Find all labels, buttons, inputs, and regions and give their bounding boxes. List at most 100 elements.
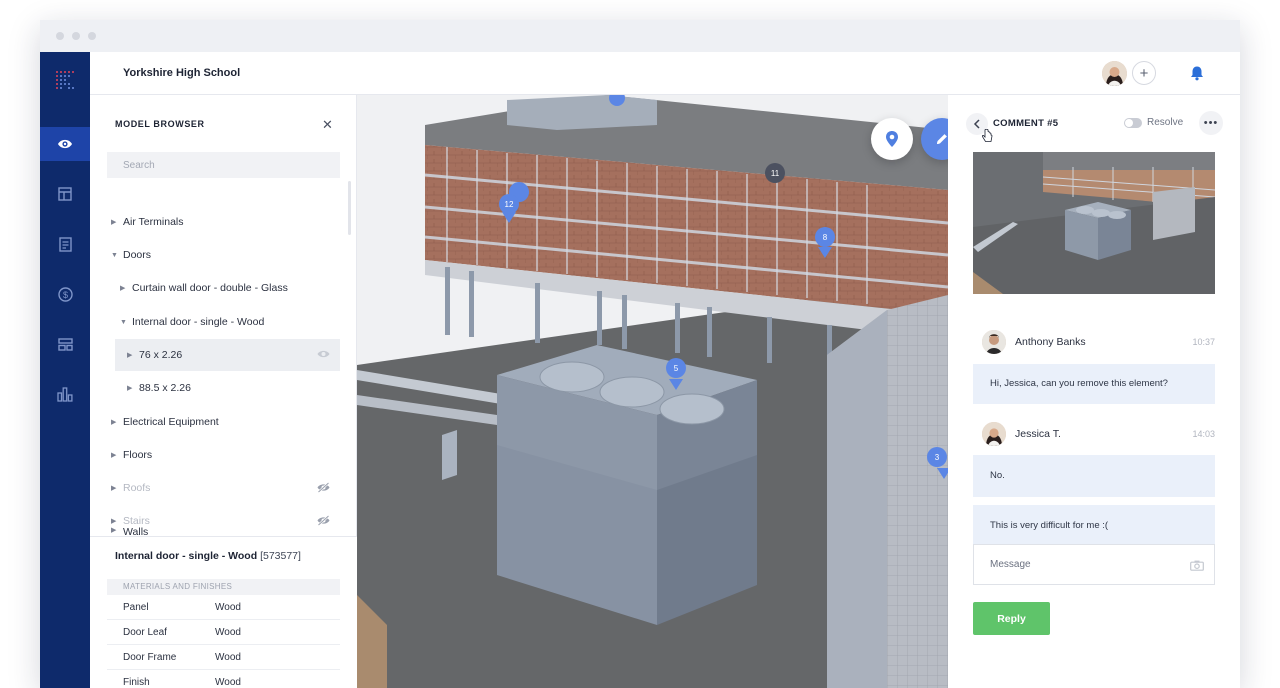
caret-right-icon: ▶: [111, 219, 117, 226]
property-key: Door Frame: [123, 652, 177, 663]
nav-layout[interactable]: [40, 177, 90, 211]
add-collaborator-button[interactable]: +: [1132, 61, 1156, 85]
tree-item-electrical-equipment[interactable]: ▶ Electrical Equipment: [111, 406, 219, 438]
tree-item-label: Curtain wall door - double - Glass: [132, 282, 288, 294]
resolve-toggle[interactable]: [1124, 118, 1142, 128]
property-key: Door Leaf: [123, 627, 167, 638]
comment-message: No.: [973, 455, 1215, 497]
tree-item-walls[interactable]: ▶ Walls: [111, 526, 148, 536]
properties-section-header: MATERIALS AND FINISHES: [107, 579, 340, 595]
tree-item-label: Floors: [123, 449, 153, 461]
author-name: Anthony Banks: [1015, 336, 1086, 348]
caret-right-icon: ▶: [111, 518, 117, 525]
top-bar: Yorkshire High School +: [90, 52, 1240, 95]
tree-item-label: Walls: [123, 526, 149, 536]
plus-icon: +: [1139, 64, 1149, 82]
marker-number: 11: [771, 169, 780, 178]
dollar-icon: $: [57, 286, 73, 302]
project-title: Yorkshire High School: [123, 67, 241, 79]
property-value: Wood: [215, 602, 241, 613]
more-options-button[interactable]: •••: [1199, 111, 1223, 135]
comment-message: Hi, Jessica, can you remove this element…: [973, 364, 1215, 404]
tree-item-internal-door[interactable]: ▼ Internal door - single - Wood: [120, 306, 264, 338]
property-row: Finish Wood: [107, 670, 340, 688]
property-row: Panel Wood: [107, 595, 340, 620]
caret-right-icon: ▶: [120, 285, 126, 292]
element-name: Internal door - single - Wood: [115, 550, 258, 562]
properties-title: Internal door - single - Wood [573577]: [115, 550, 301, 562]
tree-item-885x226[interactable]: ▶ 88.5 x 2.26: [127, 372, 191, 404]
tree-item-floors[interactable]: ▶ Floors: [111, 439, 152, 471]
tree-item-label: Air Terminals: [123, 216, 184, 228]
window-minimize-dot[interactable]: [72, 32, 80, 40]
resolve-label: Resolve: [1147, 117, 1184, 128]
comment-author-row: Jessica T. 14:03: [973, 420, 1215, 448]
tree-item-roofs[interactable]: ▶ Roofs: [111, 472, 340, 504]
tree-item-label: Doors: [123, 249, 152, 261]
nav-dashboard[interactable]: [40, 327, 90, 361]
pencil-icon: [937, 134, 947, 144]
issue-marker[interactable]: 11: [765, 163, 785, 183]
property-value: Wood: [215, 627, 241, 638]
pin-number: 3: [935, 453, 940, 462]
tree-item-76x226[interactable]: ▶ 76 x 2.26: [115, 339, 340, 371]
title-bar: [40, 20, 1240, 52]
app-window: $ Yorkshire High School + MODEL BROWSER …: [40, 20, 1240, 688]
user-avatar[interactable]: [1102, 61, 1127, 86]
tree-item-label: Roofs: [123, 482, 151, 494]
caret-right-icon: ▶: [127, 352, 133, 359]
comment-message: This is very difficult for me :(: [973, 505, 1215, 546]
add-pin-button[interactable]: [871, 118, 913, 160]
hidden-eye-icon[interactable]: [317, 515, 330, 526]
chevron-left-icon: [973, 119, 980, 129]
nav-analytics[interactable]: [40, 377, 90, 411]
search-input[interactable]: [107, 152, 340, 178]
dashboard-icon: [57, 337, 73, 351]
property-value: Wood: [215, 677, 241, 688]
caret-down-icon: ▼: [120, 318, 127, 326]
comment-timestamp: 10:37: [1192, 337, 1215, 347]
property-value: Wood: [215, 652, 241, 663]
caret-down-icon: ▼: [111, 251, 118, 259]
window-close-dot[interactable]: [56, 32, 64, 40]
message-input[interactable]: [973, 544, 1215, 585]
location-pin-icon: [886, 131, 898, 147]
tree-item-label: Internal door - single - Wood: [132, 316, 265, 328]
avatar[interactable]: [982, 422, 1006, 446]
caret-right-icon: ▶: [111, 527, 117, 534]
hidden-eye-icon[interactable]: [317, 482, 330, 493]
caret-right-icon: ▶: [127, 385, 133, 392]
avatar[interactable]: [982, 330, 1006, 354]
logo-icon: [56, 71, 74, 89]
caret-right-icon: ▶: [111, 452, 117, 459]
window-maximize-dot[interactable]: [88, 32, 96, 40]
camera-icon[interactable]: [1190, 560, 1204, 571]
comment-snapshot-image[interactable]: [973, 152, 1215, 294]
caret-right-icon: ▶: [111, 419, 117, 426]
property-key: Finish: [123, 677, 150, 688]
reply-button[interactable]: Reply: [973, 602, 1050, 635]
nav-costs[interactable]: $: [40, 277, 90, 311]
tree-item-curtain-wall-door[interactable]: ▶ Curtain wall door - double - Glass: [120, 272, 288, 304]
cursor-hand-icon: [982, 129, 993, 142]
comment-panel: COMMENT #5 Resolve ••• Anthony Banks 10:…: [948, 95, 1240, 688]
nav-documents[interactable]: [40, 227, 90, 261]
author-name: Jessica T.: [1015, 428, 1061, 440]
scrollbar[interactable]: [348, 181, 351, 235]
visibility-eye-icon[interactable]: [317, 349, 330, 359]
model-browser-panel: MODEL BROWSER ✕ ▶ Air Terminals ▼ Doors ▶ C…: [90, 95, 357, 688]
caret-right-icon: ▶: [111, 485, 117, 492]
notification-bell-icon[interactable]: [1189, 65, 1205, 81]
pin-number: 12: [505, 200, 514, 209]
nav-view[interactable]: [40, 127, 90, 161]
layout-icon: [58, 187, 72, 201]
property-key: Panel: [123, 602, 149, 613]
tree-item-air-terminals[interactable]: ▶ Air Terminals: [111, 206, 184, 238]
close-icon[interactable]: ✕: [322, 117, 333, 133]
comment-timestamp: 14:03: [1192, 429, 1215, 439]
ellipsis-icon: •••: [1203, 117, 1219, 129]
tree-item-doors[interactable]: ▼ Doors: [111, 239, 151, 271]
model-browser-title: MODEL BROWSER: [115, 119, 205, 129]
3d-viewport[interactable]: 12 8 5 3 11: [357, 95, 948, 688]
eye-icon: [58, 139, 72, 149]
